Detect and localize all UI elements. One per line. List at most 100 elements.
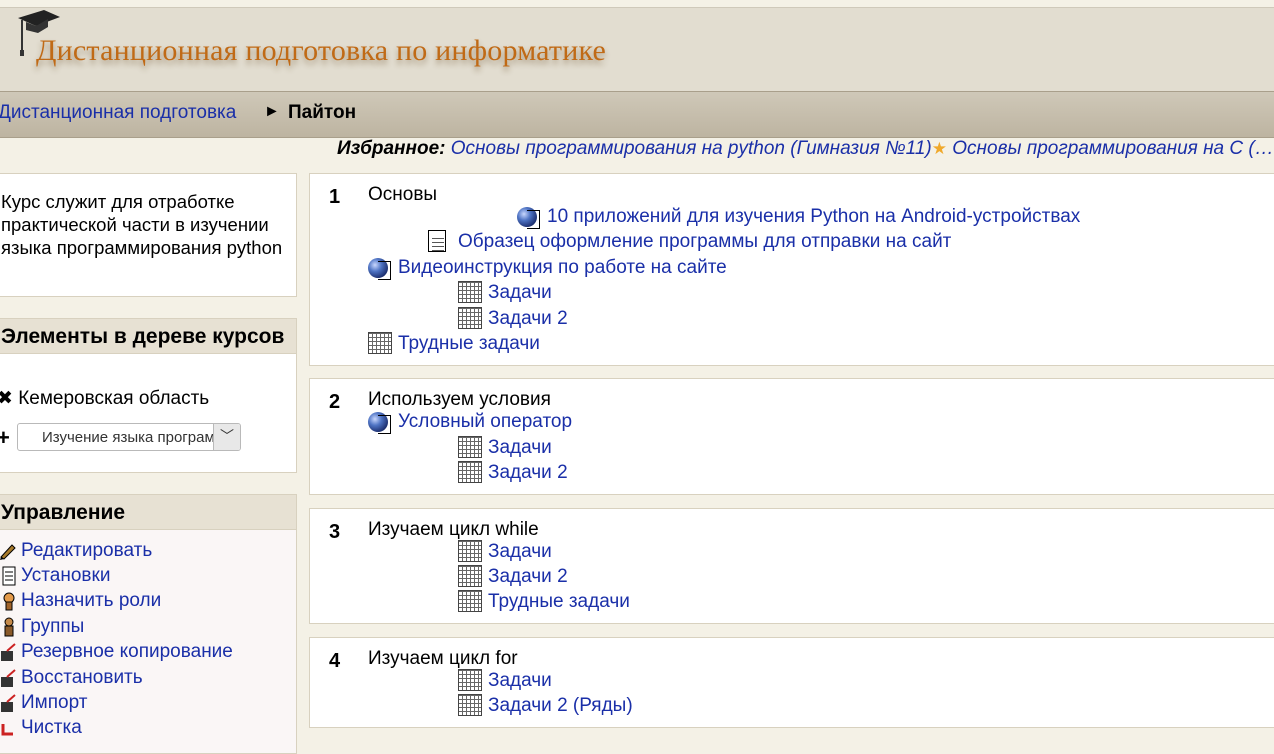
resource-link[interactable]: Видеоинструкция по работе на сайте [368,256,727,280]
course-select[interactable]: Изучение языка программирования ﹀ [17,423,241,451]
quiz-icon [458,436,482,460]
plus-icon[interactable]: + [0,425,10,451]
manage-item-label[interactable]: Резервное копирование [21,641,233,663]
star-icon: ★ [931,139,947,158]
quiz-link[interactable]: Задачи 2 [458,565,568,589]
quiz-link-label[interactable]: Трудные задачи [398,333,540,355]
restore-icon [1,668,16,687]
favorites-bar: Избранное: Основы программирования на py… [337,138,1274,160]
site-header: Дистанционная подготовка по информатике [0,7,1274,92]
manage-roles-link[interactable]: Назначить роли [0,589,233,614]
manage-item-label[interactable]: Восстановить [21,667,143,689]
quiz-link[interactable]: Задачи [458,281,552,305]
pencil-icon [0,543,16,560]
quiz-icon [458,307,482,331]
course-select-value: Изучение языка программирования [42,429,216,446]
import-icon [1,694,16,713]
roles-icon [3,592,15,611]
manage-settings-link[interactable]: Установки [0,563,233,588]
quiz-link-label[interactable]: Задачи [488,541,552,563]
globe-icon [368,410,392,434]
section-title: Основы [368,184,438,205]
quiz-link-label[interactable]: Задачи [488,670,552,692]
quiz-link-label[interactable]: Задачи 2 [488,566,568,588]
favorites-label: Избранное: [337,138,446,159]
section-title: Используем условия [368,389,551,410]
quiz-link[interactable]: Задачи 2 [458,461,568,485]
manage-backup-link[interactable]: Резервное копирование [0,640,233,665]
favorite-link-c[interactable]: Основы программирования на C (… [952,138,1273,159]
resource-link[interactable]: Образец оформление программы для отправк… [428,230,951,254]
manage-item-label[interactable]: Импорт [21,692,87,714]
course-tree-block: Элементы в дереве курсов ✖ Кемеровская о… [0,318,297,473]
quiz-icon [458,669,482,693]
section-number: 1 [329,186,341,208]
manage-edit-link[interactable]: Редактировать [0,538,233,563]
section-title: Изучаем цикл while [368,519,539,540]
quiz-link-label[interactable]: Трудные задачи [488,591,630,613]
quiz-link-label[interactable]: Задачи 2 [488,462,568,484]
manage-item-label[interactable]: Чистка [21,717,82,739]
section-title: Изучаем цикл for [368,648,518,669]
tree-item-region[interactable]: ✖ Кемеровская область [0,387,209,410]
quiz-icon [458,694,482,718]
quiz-icon [458,461,482,485]
quiz-link-label[interactable]: Задачи [488,282,552,304]
manage-item-label[interactable]: Назначить роли [21,590,161,612]
quiz-link[interactable]: Задачи [458,436,552,460]
site-title[interactable]: Дистанционная подготовка по информатике [36,34,606,68]
quiz-icon [458,565,482,589]
breadcrumb-current: Пайтон [288,102,357,123]
quiz-link[interactable]: Задачи [458,669,552,693]
breadcrumb: Дистанционная подготовка ► Пайтон [0,91,1274,138]
quiz-icon [368,332,392,356]
resource-link-label[interactable]: Образец оформление программы для отправк… [458,231,951,253]
globe-icon [368,256,392,280]
quiz-link-label[interactable]: Задачи [488,437,552,459]
course-section-1: 1 Основы 10 приложений для изучения Pyth… [309,173,1274,366]
course-section-2: 2 Используем условия Условный оператор З… [309,378,1274,495]
favorite-link-python[interactable]: Основы программирования на python (Гимна… [451,138,932,159]
groups-icon [4,617,14,637]
course-section-4: 4 Изучаем цикл for Задачи Задачи 2 (Ряды… [309,637,1274,728]
manage-item-label[interactable]: Группы [21,616,84,638]
manage-groups-link[interactable]: Группы [0,614,233,639]
resource-link-label[interactable]: Видеоинструкция по работе на сайте [398,257,727,279]
resource-link-label[interactable]: Условный оператор [398,411,572,433]
document-icon [428,230,452,254]
quiz-icon [458,281,482,305]
management-block: Управление Редактировать Установки Назна… [0,494,297,754]
chevron-down-icon[interactable]: ﹀ [213,424,240,450]
resource-link[interactable]: Условный оператор [368,410,572,434]
course-description: Курс служит для отработке практической ч… [1,191,283,258]
manage-restore-link[interactable]: Восстановить [0,665,233,690]
resource-link[interactable]: 10 приложений для изучения Python на And… [517,205,1080,229]
quiz-link-label[interactable]: Задачи 2 (Ряды) [488,695,633,717]
quiz-link[interactable]: Задачи 2 [458,307,568,331]
quiz-link-label[interactable]: Задачи 2 [488,308,568,330]
section-number: 4 [329,650,341,672]
close-icon[interactable]: ✖ [0,388,13,409]
section-number: 2 [329,391,341,413]
tree-item-label[interactable]: Кемеровская область [18,388,209,409]
reset-icon [1,724,13,736]
settings-document-icon [2,566,16,586]
section-number: 3 [329,521,341,543]
course-section-3: 3 Изучаем цикл while Задачи Задачи 2 Тру… [309,508,1274,624]
quiz-icon [458,540,482,564]
quiz-link[interactable]: Трудные задачи [368,332,540,356]
resource-link-label[interactable]: 10 приложений для изучения Python на And… [547,206,1080,228]
manage-import-link[interactable]: Импорт [0,690,233,715]
backup-icon [1,643,16,662]
breadcrumb-root-link[interactable]: Дистанционная подготовка [0,102,236,124]
course-description-block: Курс служит для отработке практической ч… [0,173,297,297]
globe-icon [517,205,541,229]
course-tree-heading: Элементы в дереве курсов [0,319,296,354]
quiz-link[interactable]: Задачи [458,540,552,564]
quiz-link[interactable]: Трудные задачи [458,590,630,614]
manage-reset-link[interactable]: Чистка [0,716,233,741]
manage-item-label[interactable]: Установки [21,565,110,587]
management-heading: Управление [0,495,296,530]
quiz-link[interactable]: Задачи 2 (Ряды) [458,694,633,718]
manage-item-label[interactable]: Редактировать [21,540,152,562]
